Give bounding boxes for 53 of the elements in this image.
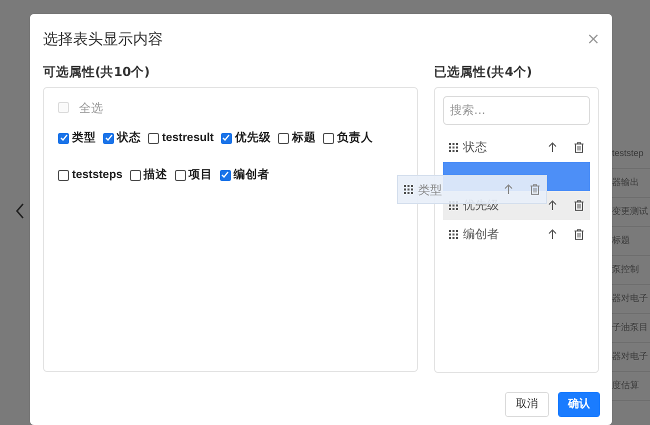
checkbox[interactable]: [220, 170, 230, 181]
checkbox-label: 负责人: [336, 130, 373, 146]
item-label: 状态: [463, 139, 488, 156]
checkbox[interactable]: [103, 132, 114, 144]
drag-handle-icon[interactable]: [449, 142, 458, 152]
search-field[interactable]: 搜索...: [443, 96, 590, 124]
checkbox[interactable]: [58, 170, 69, 181]
section-heading: 已选属性(共4个): [434, 62, 534, 80]
table-cell-text: 器输出: [612, 176, 639, 190]
checkbox[interactable]: [58, 132, 69, 144]
checkbox[interactable]: [148, 132, 159, 144]
table-cell-text: teststep: [612, 147, 644, 160]
drag-handle-icon: [404, 185, 413, 194]
checkbox[interactable]: [174, 170, 186, 181]
up-arrow-icon[interactable]: [548, 228, 557, 240]
delete-icon[interactable]: [574, 200, 584, 210]
list-item[interactable]: 状态: [443, 132, 590, 162]
drag-handle-icon[interactable]: [449, 230, 458, 238]
table-cell-text: 器对电子: [612, 292, 648, 306]
up-arrow-icon[interactable]: [548, 142, 557, 152]
checkbox-label: 描述: [144, 167, 168, 183]
checkbox[interactable]: [278, 132, 289, 144]
checkbox-label: 优先级: [234, 130, 271, 146]
checkbox-label: 全选: [79, 100, 103, 116]
table-cell-text: 标题: [612, 234, 630, 248]
table-cell-text: 子油泵目: [612, 321, 648, 334]
checkbox-label: 类型: [72, 130, 96, 146]
checkbox[interactable]: [322, 132, 334, 144]
checkbox-label: testresult: [162, 130, 214, 146]
table-cell-text: 泵控制: [612, 263, 639, 276]
list-item[interactable]: 编创者: [443, 220, 590, 248]
table-cell-text: 度估算: [612, 379, 639, 392]
section-heading: 可选属性(共10个): [43, 62, 151, 80]
dialog-title: 选择表头显示内容: [43, 29, 163, 50]
delete-icon: [530, 184, 540, 195]
item-label: 编创者: [463, 226, 500, 243]
item-label: 类型: [418, 182, 443, 198]
checkbox[interactable]: [220, 132, 232, 144]
confirm-button[interactable]: 确认: [558, 392, 600, 416]
delete-icon[interactable]: [574, 142, 584, 152]
delete-icon[interactable]: [574, 228, 584, 240]
checkbox-label: 状态: [117, 130, 141, 146]
checkbox-label: teststeps: [72, 168, 122, 183]
checkbox[interactable]: [130, 170, 140, 181]
checkbox-label: 项目: [188, 168, 212, 183]
table-cell-text: 变更测试: [612, 205, 648, 218]
checkbox-label: 标题: [292, 130, 316, 146]
back-chevron-icon[interactable]: [14, 202, 26, 220]
up-arrow-icon: [504, 184, 513, 195]
table-cell-text: 器对电子: [612, 350, 648, 364]
cancel-button[interactable]: 取消: [505, 392, 549, 416]
up-arrow-icon[interactable]: [548, 200, 557, 210]
checkbox-label: 编创者: [234, 167, 270, 183]
